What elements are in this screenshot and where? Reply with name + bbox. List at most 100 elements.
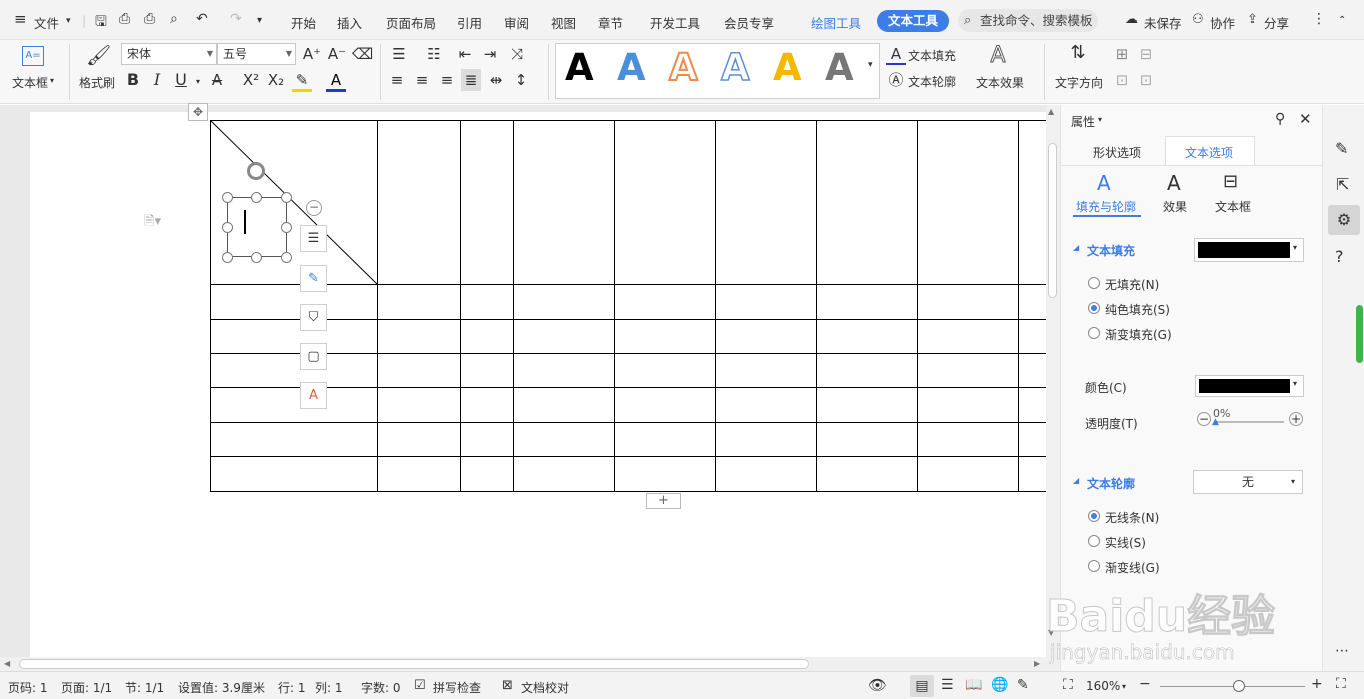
horizontal-scrollbar[interactable]: ◀ ▶ <box>0 657 1060 671</box>
text-fill-color-picker[interactable]: ▾ <box>1194 238 1304 262</box>
spell-check-button[interactable]: 拼写检查 <box>433 679 481 696</box>
pin-icon[interactable]: ⚲ <box>1275 111 1285 127</box>
textbox-icon[interactable]: ⊟ <box>1223 171 1238 192</box>
collapse-section-icon[interactable]: ◢ <box>1073 243 1079 252</box>
save-icon[interactable]: 🖫 <box>95 11 107 35</box>
chevron-down-icon[interactable]: ▾ <box>50 76 54 85</box>
share-button[interactable]: 分享 <box>1264 13 1289 32</box>
status-column[interactable]: 列: 1 <box>315 679 343 696</box>
align-left-icon[interactable]: ≡ <box>387 71 407 89</box>
text-outline-button[interactable]: 文本轮廓 <box>908 73 956 90</box>
font-color-icon[interactable]: A <box>326 71 346 92</box>
shape-fill-icon[interactable]: ⛉ <box>300 304 327 331</box>
subtab-effect[interactable]: 效果 <box>1163 198 1187 215</box>
color-picker[interactable]: ▾ <box>1195 375 1304 397</box>
chevron-down-icon[interactable]: ▾ <box>1122 682 1126 691</box>
transparency-slider[interactable] <box>1214 421 1284 423</box>
italic-icon[interactable]: I <box>147 71 167 89</box>
tab-insert[interactable]: 插入 <box>337 13 362 32</box>
chevron-down-icon[interactable]: ▾ <box>1098 115 1102 124</box>
more-horizontal-icon[interactable]: ⋯ <box>1335 643 1349 659</box>
radio-gradient-fill[interactable] <box>1088 327 1100 339</box>
radio-gradient-line[interactable] <box>1088 560 1100 572</box>
hamburger-icon[interactable]: ≡ <box>14 10 27 28</box>
increase-font-icon[interactable]: A⁺ <box>302 45 322 63</box>
align-right-icon[interactable]: ≡ <box>437 71 457 89</box>
vertical-scrollbar[interactable]: ▲ ▼ <box>1046 105 1060 657</box>
tab-start[interactable]: 开始 <box>291 13 316 32</box>
text-style-gray[interactable]: A <box>825 48 854 88</box>
status-row[interactable]: 行: 1 <box>278 679 306 696</box>
help-icon[interactable]: ? <box>1335 247 1344 266</box>
page-view-icon[interactable]: ▤ <box>910 675 934 697</box>
highlight-icon[interactable]: ✎ <box>292 71 312 92</box>
collaborate-button[interactable]: 协作 <box>1210 13 1235 32</box>
collapse-ribbon-icon[interactable]: ⌃ <box>1338 15 1346 26</box>
collapse-icon[interactable]: − <box>306 200 322 216</box>
redo-icon[interactable]: ↷ <box>230 11 242 27</box>
tab-view[interactable]: 视图 <box>551 13 576 32</box>
gallery-more-icon[interactable]: ▾ <box>868 60 873 70</box>
font-name-select[interactable]: 宋体 ▼ <box>121 43 217 65</box>
vertical-scroll-thumb[interactable] <box>1048 143 1057 298</box>
properties-settings-icon[interactable]: ⚙ <box>1328 205 1360 235</box>
select-arrow-icon[interactable]: ⇱ <box>1336 175 1349 194</box>
radio-solid-fill[interactable] <box>1088 302 1100 314</box>
fullscreen-icon[interactable]: ⛶ <box>1336 676 1346 692</box>
document-page[interactable] <box>30 112 1046 657</box>
effect-icon[interactable]: A <box>1167 171 1181 195</box>
zoom-in-icon[interactable]: + <box>1311 676 1323 692</box>
resize-handle[interactable] <box>281 252 292 263</box>
status-word-count[interactable]: 字数: 0 <box>361 679 401 696</box>
format-painter-icon[interactable]: 🖌 <box>86 45 111 65</box>
tab-member[interactable]: 会员专享 <box>724 13 774 32</box>
zoom-slider-thumb[interactable] <box>1233 680 1245 692</box>
distribute-icon[interactable]: ⇹ <box>486 71 506 89</box>
status-page-number[interactable]: 页码: 1 <box>8 679 48 696</box>
outline-select[interactable]: 无 ▾ <box>1193 470 1303 494</box>
radio-no-line[interactable] <box>1088 510 1100 522</box>
tab-review[interactable]: 审阅 <box>504 13 529 32</box>
doc-proof-icon[interactable]: ⊠ <box>502 678 513 693</box>
resize-handle[interactable] <box>222 252 233 263</box>
text-fill-icon[interactable]: A <box>886 45 906 65</box>
horizontal-scroll-thumb[interactable] <box>19 659 809 669</box>
chevron-down-icon[interactable]: ▾ <box>188 73 208 91</box>
rotate-handle-icon[interactable] <box>247 162 265 180</box>
font-size-select[interactable]: 五号 ▼ <box>217 43 296 65</box>
resize-handle[interactable] <box>281 192 292 203</box>
web-view-icon[interactable]: 🌐 <box>991 677 1008 693</box>
undo-icon[interactable]: ↶ <box>196 11 208 27</box>
text-fill-header[interactable]: 文本填充 <box>1087 242 1135 259</box>
resize-handle[interactable] <box>222 192 233 203</box>
tab-developer[interactable]: 开发工具 <box>650 13 700 32</box>
text-effect-icon[interactable]: A <box>988 43 1008 69</box>
zoom-level[interactable]: 160% <box>1086 679 1120 693</box>
table-move-handle-icon[interactable]: ✥ <box>188 103 208 121</box>
subscript-icon[interactable]: X₂ <box>266 71 286 89</box>
text-format-icon[interactable]: A <box>300 382 327 409</box>
close-icon[interactable]: ✕ <box>1299 110 1312 128</box>
outline-view-icon[interactable]: ☰ <box>941 677 954 693</box>
tab-text-tools[interactable]: 文本工具 <box>877 10 949 32</box>
tab-drawing-tools[interactable]: 绘图工具 <box>811 13 861 32</box>
scroll-right-icon[interactable]: ▶ <box>1034 659 1040 668</box>
decrease-transparency-icon[interactable]: − <box>1197 412 1211 426</box>
text-transform-icon[interactable]: ⤨ <box>507 45 527 63</box>
superscript-icon[interactable]: X² <box>241 71 261 89</box>
shape-style-icon[interactable]: ✎ <box>300 265 327 292</box>
textbox-icon[interactable]: A= <box>22 46 44 66</box>
increase-indent-icon[interactable]: ⇥ <box>480 45 500 63</box>
align-center-icon[interactable]: ≡ <box>412 71 432 89</box>
spell-check-icon[interactable]: ☑ <box>414 678 426 693</box>
clear-format-icon[interactable]: ⌫ <box>352 45 373 63</box>
text-direction-button[interactable]: 文字方向 <box>1055 74 1103 91</box>
reading-view-icon[interactable]: 📖 <box>965 677 982 693</box>
tab-shape-options[interactable]: 形状选项 <box>1093 144 1141 161</box>
pen-icon[interactable]: ✎ <box>1335 139 1348 158</box>
tab-text-options[interactable]: 文本选项 <box>1185 144 1233 161</box>
subtab-textbox[interactable]: 文本框 <box>1215 198 1251 215</box>
fill-outline-icon[interactable]: A <box>1097 171 1111 195</box>
radio-no-fill[interactable] <box>1088 277 1100 289</box>
print-icon[interactable]: ⎙ <box>144 11 155 27</box>
